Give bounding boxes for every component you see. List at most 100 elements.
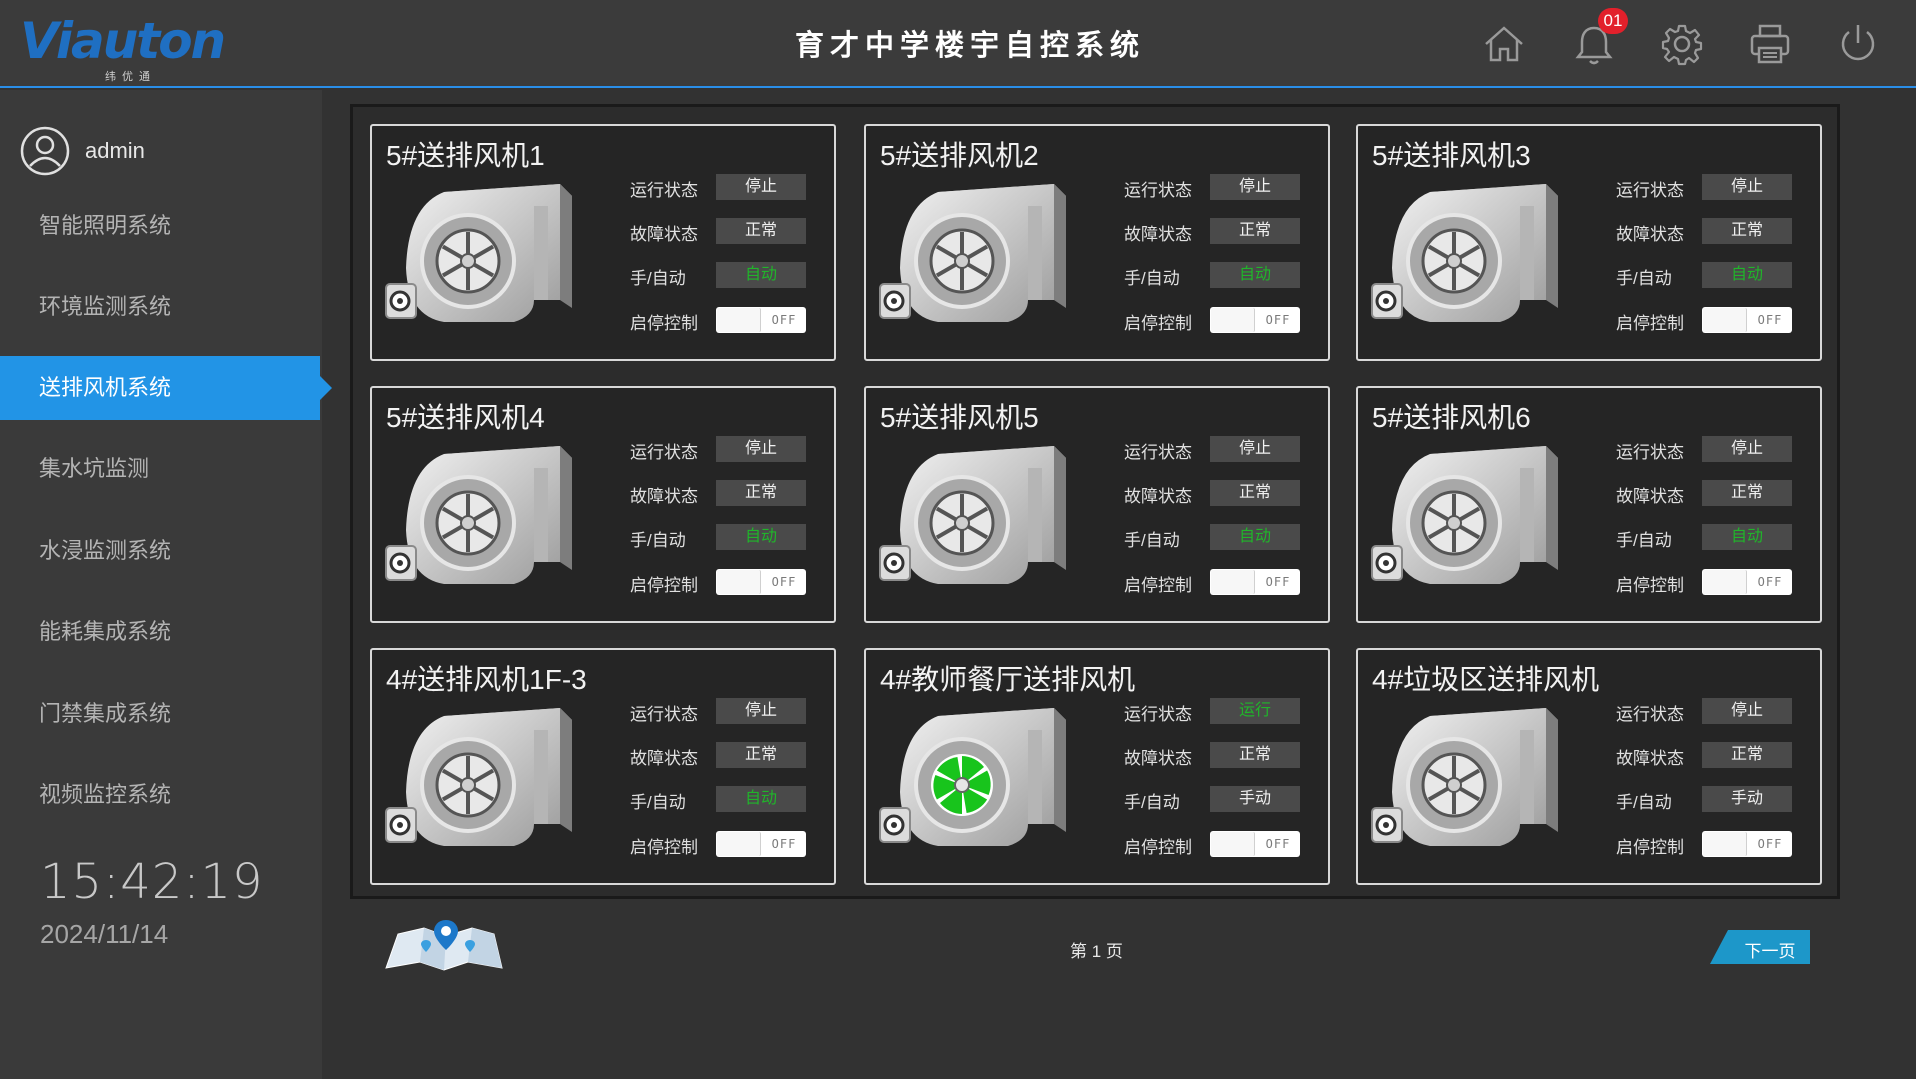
- fault-state-label: 故障状态: [1124, 749, 1192, 768]
- run-state-label: 运行状态: [630, 705, 698, 724]
- power-icon[interactable]: [1834, 20, 1882, 68]
- start-stop-toggle[interactable]: OFF: [1702, 569, 1792, 595]
- toggle-off-label: OFF: [1757, 837, 1783, 851]
- fan-name: 5#送排风机2: [880, 140, 1039, 171]
- run-state-value: 停止: [1210, 174, 1300, 200]
- sidebar-item-lighting[interactable]: 智能照明系统: [0, 194, 322, 258]
- fan-card: 4#垃圾区送排风机 运行状态 停止 故障状态 正常 手/自动 手动 启停控制 OFF: [1356, 648, 1822, 885]
- home-icon[interactable]: [1480, 20, 1528, 68]
- toggle-knob: [1211, 832, 1255, 856]
- toggle-knob: [717, 308, 761, 332]
- start-stop-toggle[interactable]: OFF: [1210, 307, 1300, 333]
- mode-value: 自动: [1210, 524, 1300, 550]
- fan-icon: [878, 438, 1090, 588]
- app-screen: Viauton 纬优通 育才中学楼宇自控系统 01 admin 智能照明系统 环…: [0, 0, 1916, 1079]
- fan-card: 5#送排风机4 运行状态 停止 故障状态 正常 手/自动 自动 启停控制 OFF: [370, 386, 836, 623]
- next-page-button[interactable]: 下一页: [1710, 930, 1810, 964]
- mode-label: 手/自动: [1124, 269, 1180, 288]
- fan-card: 5#送排风机3 运行状态 停止 故障状态 正常 手/自动 自动 启停控制 OFF: [1356, 124, 1822, 361]
- fan-name: 5#送排风机1: [386, 140, 545, 171]
- sidebar-item-environment[interactable]: 环境监测系统: [0, 275, 322, 339]
- start-stop-toggle[interactable]: OFF: [1210, 831, 1300, 857]
- run-state-value: 停止: [1702, 174, 1792, 200]
- fan-icon: [1370, 176, 1582, 326]
- fan-icon: [1370, 438, 1582, 588]
- fan-card: 4#送排风机1F-3 运行状态 停止 故障状态 正常 手/自动 自动 启停控制 OFF: [370, 648, 836, 885]
- mode-value: 自动: [716, 262, 806, 288]
- fault-state-label: 故障状态: [630, 487, 698, 506]
- run-state-label: 运行状态: [1124, 443, 1192, 462]
- avatar-icon: [20, 126, 70, 176]
- mode-label: 手/自动: [630, 531, 686, 550]
- start-stop-toggle[interactable]: OFF: [1702, 307, 1792, 333]
- start-stop-label: 启停控制: [630, 576, 698, 595]
- mode-label: 手/自动: [630, 793, 686, 812]
- run-state-value: 停止: [716, 436, 806, 462]
- page-indicator: 第 1 页: [1070, 942, 1123, 961]
- logo-text: Viauton: [20, 12, 226, 70]
- fault-state-label: 故障状态: [630, 749, 698, 768]
- toggle-knob: [1211, 308, 1255, 332]
- fan-name: 4#垃圾区送排风机: [1372, 664, 1600, 695]
- map-icon[interactable]: [384, 918, 504, 972]
- sidebar-item-flooding[interactable]: 水浸监测系统: [0, 519, 322, 583]
- mode-value: 自动: [1210, 262, 1300, 288]
- fault-state-value: 正常: [1702, 480, 1792, 506]
- run-state-label: 运行状态: [1124, 705, 1192, 724]
- fault-state-value: 正常: [1702, 742, 1792, 768]
- fault-state-value: 正常: [1210, 480, 1300, 506]
- sidebar-item-energy[interactable]: 能耗集成系统: [0, 600, 322, 664]
- run-state-value: 运行: [1210, 698, 1300, 724]
- start-stop-toggle[interactable]: OFF: [1702, 831, 1792, 857]
- start-stop-label: 启停控制: [630, 838, 698, 857]
- logo: Viauton 纬优通: [20, 12, 226, 83]
- fault-state-value: 正常: [716, 742, 806, 768]
- fault-state-label: 故障状态: [1616, 749, 1684, 768]
- toggle-off-label: OFF: [771, 313, 797, 327]
- start-stop-label: 启停控制: [1616, 314, 1684, 333]
- start-stop-toggle[interactable]: OFF: [1210, 569, 1300, 595]
- start-stop-toggle[interactable]: OFF: [716, 831, 806, 857]
- fan-card: 5#送排风机6 运行状态 停止 故障状态 正常 手/自动 自动 启停控制 OFF: [1356, 386, 1822, 623]
- fan-card: 5#送排风机2 运行状态 停止 故障状态 正常 手/自动 自动 启停控制 OFF: [864, 124, 1330, 361]
- run-state-label: 运行状态: [1124, 181, 1192, 200]
- printer-icon[interactable]: [1746, 20, 1794, 68]
- gear-icon[interactable]: [1658, 20, 1706, 68]
- app-title: 育才中学楼宇自控系统: [794, 28, 1145, 62]
- run-state-label: 运行状态: [1616, 705, 1684, 724]
- fan-name: 5#送排风机3: [1372, 140, 1531, 171]
- fault-state-label: 故障状态: [1616, 487, 1684, 506]
- notification-badge: 01: [1598, 8, 1628, 34]
- fan-name: 5#送排风机4: [386, 402, 545, 433]
- start-stop-label: 启停控制: [1124, 576, 1192, 595]
- toggle-off-label: OFF: [771, 575, 797, 589]
- run-state-label: 运行状态: [630, 181, 698, 200]
- run-state-label: 运行状态: [1616, 443, 1684, 462]
- fan-name: 4#教师餐厅送排风机: [880, 664, 1136, 695]
- mode-value: 自动: [716, 786, 806, 812]
- start-stop-toggle[interactable]: OFF: [716, 569, 806, 595]
- sidebar-item-ventilation[interactable]: 送排风机系统: [0, 356, 332, 420]
- fan-icon: [384, 176, 596, 326]
- toggle-off-label: OFF: [1757, 313, 1783, 327]
- start-stop-label: 启停控制: [1124, 314, 1192, 333]
- logo-subtitle: 纬优通: [105, 71, 156, 83]
- fault-state-value: 正常: [1210, 218, 1300, 244]
- mode-label: 手/自动: [1616, 793, 1672, 812]
- start-stop-toggle[interactable]: OFF: [716, 307, 806, 333]
- sidebar-item-sump[interactable]: 集水坑监测: [0, 437, 322, 501]
- fan-name: 5#送排风机5: [880, 402, 1039, 433]
- clock-date: 2024/11/14: [40, 919, 169, 949]
- mode-value: 手动: [1210, 786, 1300, 812]
- fault-state-value: 正常: [1210, 742, 1300, 768]
- toggle-off-label: OFF: [1265, 837, 1291, 851]
- fan-name: 4#送排风机1F-3: [386, 664, 587, 695]
- run-state-value: 停止: [716, 174, 806, 200]
- mode-label: 手/自动: [1616, 531, 1672, 550]
- fault-state-label: 故障状态: [630, 225, 698, 244]
- run-state-value: 停止: [1210, 436, 1300, 462]
- sidebar-item-video[interactable]: 视频监控系统: [0, 763, 322, 827]
- user-name: admin: [85, 138, 145, 163]
- fan-card: 5#送排风机1 运行状态 停止 故障状态 正常 手/自动 自动 启停控制 OFF: [370, 124, 836, 361]
- sidebar-item-access[interactable]: 门禁集成系统: [0, 682, 322, 746]
